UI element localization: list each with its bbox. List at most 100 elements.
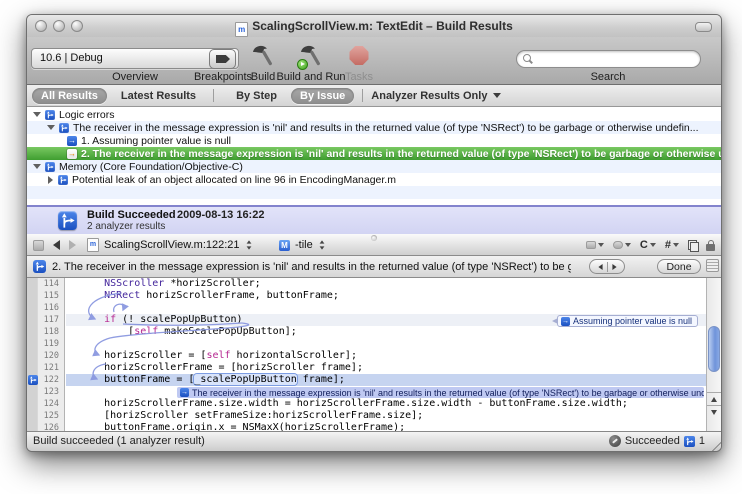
code-line-123[interactable]: [66, 386, 706, 398]
code-line-122[interactable]: buttonFrame = [_scalePopUpButton frame];: [66, 374, 706, 386]
build-analyzer-count: 2 analyzer results: [87, 221, 165, 232]
splitter-handle[interactable]: [371, 235, 377, 241]
analyzer-icon: [45, 162, 55, 172]
result-row-memory-group[interactable]: Memory (Core Foundation/Objective-C): [27, 160, 721, 173]
code-lines[interactable]: NSScroller *horizScroller; NSRect horizS…: [66, 278, 706, 432]
build-summary-row[interactable]: Build Succeeded 2009-08-13 16:22 2 analy…: [27, 205, 721, 234]
result-row-step-2-selected[interactable]: → 2. The receiver in the message express…: [27, 147, 721, 160]
included-files-icon[interactable]: [688, 240, 697, 250]
popup-arrows-icon: [246, 240, 252, 250]
tasks-stop-icon[interactable]: [350, 46, 369, 65]
disclosure-open-icon[interactable]: [47, 125, 55, 130]
popup-arrows-icon: [319, 240, 325, 250]
analyzer-results-menu[interactable]: Analyzer Results Only: [371, 90, 501, 102]
code-line-115[interactable]: NSRect horizScrollerFrame, buttonFrame;: [66, 290, 706, 302]
gutter[interactable]: 114115116117118119120121122123124125126: [27, 278, 65, 432]
filter-latest-results[interactable]: Latest Results: [112, 88, 205, 104]
current-step-arrow-icon: →: [67, 149, 77, 159]
function-popup[interactable]: M -tile: [279, 234, 325, 256]
back-arrow-icon: [53, 240, 60, 250]
disclosure-open-icon[interactable]: [33, 112, 41, 117]
counterparts-menu-button[interactable]: C: [640, 239, 656, 251]
menu-arrow-icon: [650, 243, 656, 247]
analyzer-result-count[interactable]: 1: [699, 435, 705, 447]
resize-grip[interactable]: [708, 438, 721, 451]
build-label: Build: [251, 71, 275, 83]
code-line-125[interactable]: [horizScroller setFrameSize:horizScrolle…: [66, 410, 706, 422]
analyzer-line-marker-icon[interactable]: [28, 375, 38, 385]
next-step-icon[interactable]: [612, 264, 616, 270]
filter-bar: All Results Latest Results By Step By Is…: [27, 85, 721, 107]
disclosure-open-icon[interactable]: [33, 164, 41, 169]
bookmark-icon: [586, 241, 596, 249]
tasks-label: Tasks: [345, 71, 373, 83]
file-history-popup[interactable]: m ScalingScrollView.m:122:21: [87, 234, 252, 256]
analyzer-icon: [684, 436, 695, 447]
breakpoints-button[interactable]: [209, 49, 236, 69]
status-message: Build succeeded (1 analyzer result): [33, 435, 205, 447]
result-row-logic-errors[interactable]: Logic errors: [27, 108, 721, 121]
toolbar-toggle-button[interactable]: [695, 22, 712, 32]
search-icon: [523, 54, 531, 62]
editor-nav-bar: m ScalingScrollView.m:122:21 M -tile C #: [27, 234, 721, 256]
xcode-build-results-window: mScalingScrollView.m: TextEdit – Build R…: [26, 14, 722, 452]
done-button[interactable]: Done: [657, 259, 701, 274]
hammer-icon: [250, 43, 276, 69]
filter-by-step[interactable]: By Step: [227, 88, 286, 104]
filter-all-results[interactable]: All Results: [32, 88, 107, 104]
up-arrow-icon: [711, 397, 717, 402]
code-line-124[interactable]: horizScrollerFrame.size.width = horizScr…: [66, 398, 706, 410]
search-label: Search: [591, 71, 626, 83]
breakpoints-menu-button[interactable]: [613, 241, 631, 249]
build-results-list: Logic errors The receiver in the message…: [27, 107, 721, 205]
document-icon: m: [235, 22, 248, 37]
forward-arrow-icon: [69, 240, 76, 250]
build-and-run-button[interactable]: [298, 43, 324, 69]
analyzer-message-popup[interactable]: 2. The receiver in the message expressio…: [52, 260, 571, 273]
history-back-button[interactable]: [53, 234, 60, 256]
file-icon: m: [87, 238, 99, 252]
code-line-117[interactable]: if (!_scalePopUpButton): [66, 314, 706, 326]
code-line-121[interactable]: horizScrollerFrame = [horizScroller fram…: [66, 362, 706, 374]
search-field[interactable]: [516, 50, 701, 68]
menu-arrow-icon: [598, 243, 604, 247]
analyzer-icon: [58, 175, 68, 185]
method-icon: M: [279, 240, 290, 251]
filter-by-issue[interactable]: By Issue: [291, 88, 354, 104]
code-line-116[interactable]: [66, 302, 706, 314]
line-number-menu-button[interactable]: #: [665, 239, 679, 251]
result-row-potential-leak[interactable]: Potential leak of an object allocated on…: [27, 173, 721, 186]
filter-separator: [362, 89, 363, 102]
scrollbar-thumb[interactable]: [708, 326, 720, 372]
window-title: mScalingScrollView.m: TextEdit – Build R…: [27, 19, 721, 37]
prev-next-step-buttons[interactable]: [589, 259, 625, 274]
code-line-118[interactable]: [self makeScalePopUpButton];: [66, 326, 706, 338]
lock-icon[interactable]: [706, 244, 715, 251]
code-line-114[interactable]: NSScroller *horizScroller;: [66, 278, 706, 290]
code-line-119[interactable]: [66, 338, 706, 350]
breakpoint-icon: [216, 55, 230, 63]
editor-widget-button[interactable]: [33, 234, 44, 256]
code-editor[interactable]: 114115116117118119120121122123124125126 …: [27, 278, 721, 432]
history-forward-button[interactable]: [69, 234, 76, 256]
step-arrow-icon: →: [67, 136, 77, 146]
breakpoints-label: Breakpoints: [194, 71, 252, 83]
analyzer-icon: [45, 110, 55, 120]
bookmarks-menu-button[interactable]: [586, 241, 604, 249]
status-bar: Build succeeded (1 analyzer result) Succ…: [27, 431, 721, 451]
vertical-scrollbar[interactable]: [706, 278, 721, 432]
analyzer-icon: [59, 123, 69, 133]
succeeded-label[interactable]: Succeeded: [625, 435, 680, 447]
scroll-down-button[interactable]: [707, 405, 721, 419]
disclosure-closed-icon[interactable]: [48, 176, 53, 184]
search-input[interactable]: [539, 52, 693, 68]
scroll-up-button[interactable]: [707, 392, 721, 406]
build-button[interactable]: [250, 43, 276, 69]
split-editor-button[interactable]: [706, 259, 719, 272]
overview-popup[interactable]: 10.6 | Debug: [31, 48, 239, 69]
result-row-receiver-group[interactable]: The receiver in the message expression i…: [27, 121, 721, 134]
code-line-120[interactable]: horizScroller = [self horizontalScroller…: [66, 350, 706, 362]
menu-arrow-icon: [625, 243, 631, 247]
result-row-step-1[interactable]: → 1. Assuming pointer value is null: [27, 134, 721, 147]
previous-step-icon[interactable]: [598, 264, 602, 270]
